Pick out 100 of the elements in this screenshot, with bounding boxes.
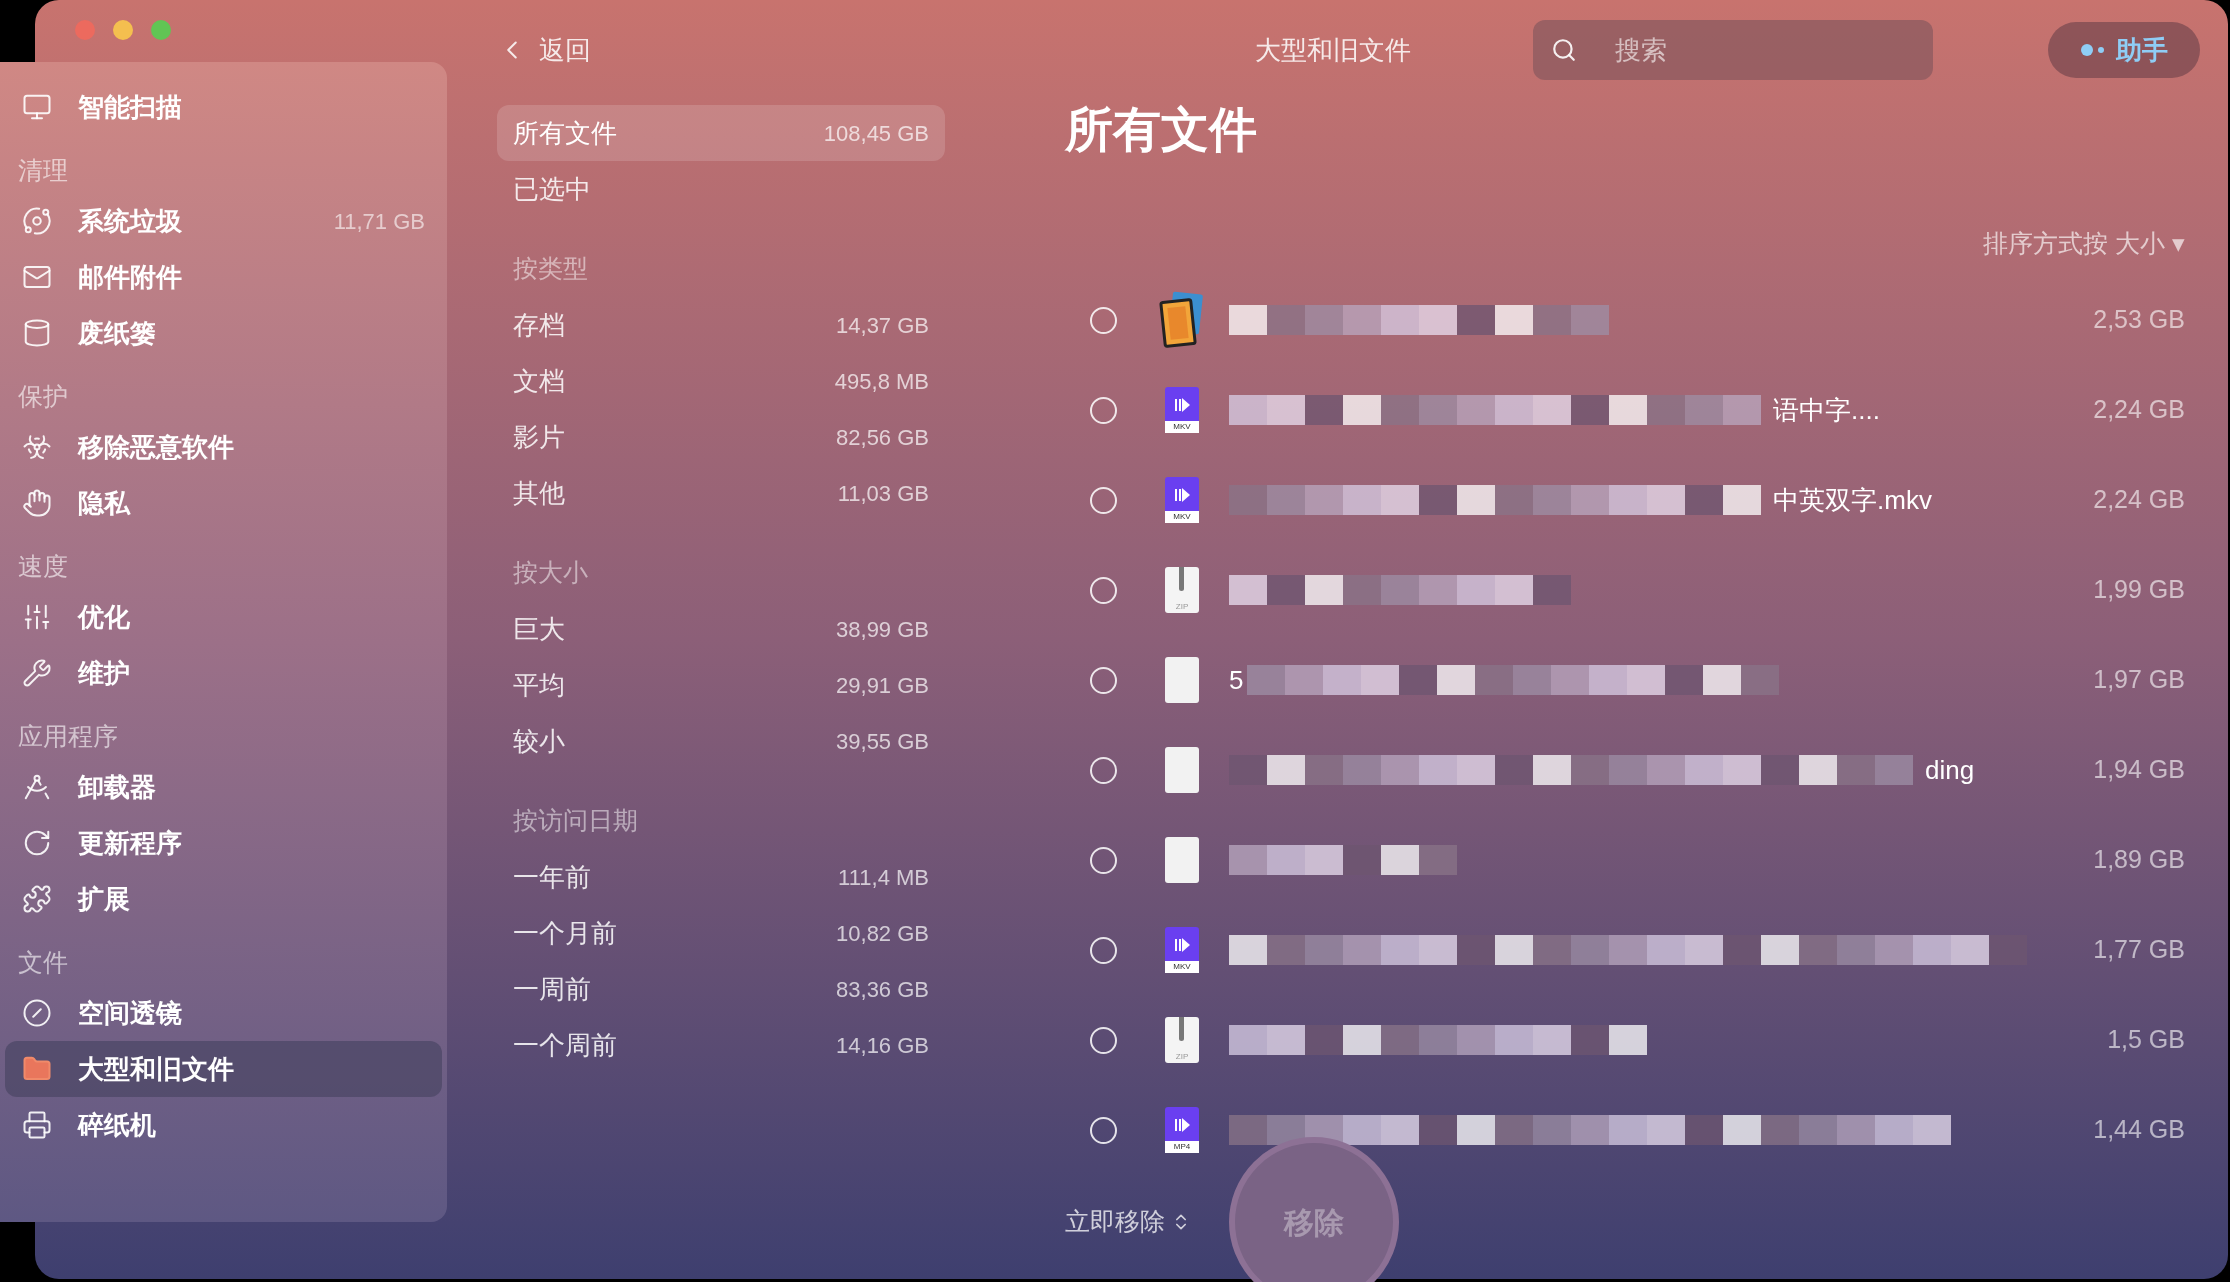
- filter-item[interactable]: 存档 14,37 GB: [497, 297, 945, 353]
- sidebar-label: 隐私: [78, 486, 130, 520]
- sidebar-item[interactable]: 大型和旧文件: [5, 1041, 442, 1097]
- filter-label: 一年前: [513, 860, 591, 894]
- filter-label: 文档: [513, 364, 565, 398]
- video-file-icon: MKV: [1165, 387, 1199, 433]
- sidebar-item[interactable]: 邮件附件: [5, 249, 442, 305]
- filter-item[interactable]: 其他 11,03 GB: [497, 465, 945, 521]
- filter-label: 所有文件: [513, 116, 617, 150]
- size-label: 14,16 GB: [836, 1031, 929, 1060]
- filter-item[interactable]: 平均 29,91 GB: [497, 657, 945, 713]
- section-heading: 清理: [18, 155, 68, 187]
- filter-item[interactable]: 一个月前 10,82 GB: [497, 905, 945, 961]
- sidebar-item[interactable]: 优化: [5, 589, 442, 645]
- file-size: 2,24 GB: [2093, 394, 2186, 426]
- filter-label: 一个月前: [513, 916, 617, 950]
- filter-item[interactable]: 巨大 38,99 GB: [497, 601, 945, 657]
- sidebar-item[interactable]: 移除恶意软件: [5, 419, 442, 475]
- size-label: 495,8 MB: [834, 367, 929, 396]
- filter-item[interactable]: 所有文件 108,45 GB: [497, 105, 945, 161]
- sidebar-item[interactable]: 更新程序: [5, 815, 442, 871]
- sidebar-label: 废纸篓: [78, 316, 156, 350]
- file-size: 1,77 GB: [2093, 934, 2186, 966]
- sidebar-label: 扩展: [78, 882, 130, 916]
- file-size: 2,24 GB: [2093, 484, 2186, 516]
- size-label: 111,4 MB: [838, 863, 929, 892]
- group-heading: 按类型: [513, 253, 588, 285]
- group-heading: 按大小: [513, 557, 588, 589]
- sidebar-item[interactable]: 系统垃圾 11,71 GB: [5, 193, 442, 249]
- filter-item[interactable]: 一年前 111,4 MB: [497, 849, 945, 905]
- filter-label: 存档: [513, 308, 565, 342]
- section-heading: 保护: [18, 381, 68, 413]
- section-heading: 速度: [18, 551, 68, 583]
- sidebar-item[interactable]: 维护: [5, 645, 442, 701]
- sidebar-item[interactable]: 空间透镜: [5, 985, 442, 1041]
- sidebar-label: 优化: [78, 600, 130, 634]
- filter-item[interactable]: 已选中: [497, 161, 945, 217]
- video-file-icon: MKV: [1165, 477, 1199, 523]
- filter-label: 平均: [513, 668, 565, 702]
- sidebar-label: 系统垃圾: [78, 204, 182, 238]
- sidebar-label: 邮件附件: [78, 260, 182, 294]
- sidebar-item[interactable]: 隐私: [5, 475, 442, 531]
- filter-label: 一个周前: [513, 1028, 617, 1062]
- zip-file-icon: ZIP: [1165, 567, 1199, 613]
- filter-label: 较小: [513, 724, 565, 758]
- filter-label: 一周前: [513, 972, 591, 1006]
- section-heading: 文件: [18, 947, 68, 979]
- filter-item[interactable]: 文档 495,8 MB: [497, 353, 945, 409]
- window-title: 大型和旧文件: [1255, 33, 1411, 67]
- filter-item[interactable]: 影片 82,56 GB: [497, 409, 945, 465]
- page-title: 所有文件: [1065, 102, 1258, 158]
- assistant-button[interactable]: 助手: [2048, 22, 2200, 78]
- file-name: ding: [1925, 753, 1975, 787]
- filter-item[interactable]: 较小 39,55 GB: [497, 713, 945, 769]
- section-heading: 应用程序: [18, 721, 118, 753]
- size-label: 11,71 GB: [333, 207, 425, 236]
- size-label: 11,03 GB: [837, 479, 929, 508]
- filter-label: 其他: [513, 476, 565, 510]
- file-name: 5: [1229, 663, 1244, 697]
- filter-label: 影片: [513, 420, 565, 454]
- video-file-icon: MKV: [1165, 927, 1199, 973]
- file-name: 语中字....: [1773, 393, 1880, 427]
- sidebar-item[interactable]: 碎纸机: [5, 1097, 442, 1153]
- sort-menu[interactable]: 排序方式按 大小 ▾: [1983, 225, 2185, 255]
- size-label: 82,56 GB: [836, 423, 929, 452]
- sidebar-label: 大型和旧文件: [78, 1052, 234, 1086]
- filter-item[interactable]: 一个周前 14,16 GB: [497, 1017, 945, 1073]
- sidebar-label: 移除恶意软件: [78, 430, 234, 464]
- sidebar-label: 卸载器: [78, 770, 156, 804]
- search-field[interactable]: 搜索: [1533, 20, 1933, 80]
- file-size: 1,94 GB: [2093, 754, 2186, 786]
- filter-item[interactable]: 一周前 83,36 GB: [497, 961, 945, 1017]
- zip-file-icon: ZIP: [1165, 1017, 1199, 1063]
- sidebar-item[interactable]: 扩展: [5, 871, 442, 927]
- group-heading: 按访问日期: [513, 805, 638, 837]
- file-size: 1,99 GB: [2093, 574, 2186, 606]
- size-label: 108,45 GB: [823, 119, 929, 148]
- size-label: 83,36 GB: [836, 975, 929, 1004]
- sidebar-label: 智能扫描: [78, 90, 182, 124]
- sidebar-label: 更新程序: [78, 826, 182, 860]
- back-button[interactable]: 返回: [497, 30, 591, 70]
- file-size: 2,53 GB: [2093, 304, 2186, 336]
- size-label: 38,99 GB: [836, 615, 929, 644]
- sidebar-item[interactable]: 废纸篓: [5, 305, 442, 361]
- filter-label: 已选中: [513, 172, 591, 206]
- file-size: 1,44 GB: [2093, 1114, 2186, 1146]
- size-label: 14,37 GB: [836, 311, 929, 340]
- sidebar-label: 空间透镜: [78, 996, 182, 1030]
- sidebar-item[interactable]: 智能扫描: [5, 79, 442, 135]
- file-name: 中英双字.mkv: [1773, 483, 1932, 517]
- sidebar-label: 维护: [78, 656, 130, 690]
- remove-mode-menu[interactable]: 立即移除: [1065, 1203, 1191, 1241]
- video-file-icon: MP4: [1165, 1107, 1199, 1153]
- sidebar-item[interactable]: 卸载器: [5, 759, 442, 815]
- size-label: 29,91 GB: [836, 671, 929, 700]
- filter-label: 巨大: [513, 612, 565, 646]
- sidebar-label: 碎纸机: [78, 1108, 156, 1142]
- file-size: 1,89 GB: [2093, 844, 2186, 876]
- file-size: 1,5 GB: [2107, 1024, 2186, 1056]
- file-size: 1,97 GB: [2093, 664, 2186, 696]
